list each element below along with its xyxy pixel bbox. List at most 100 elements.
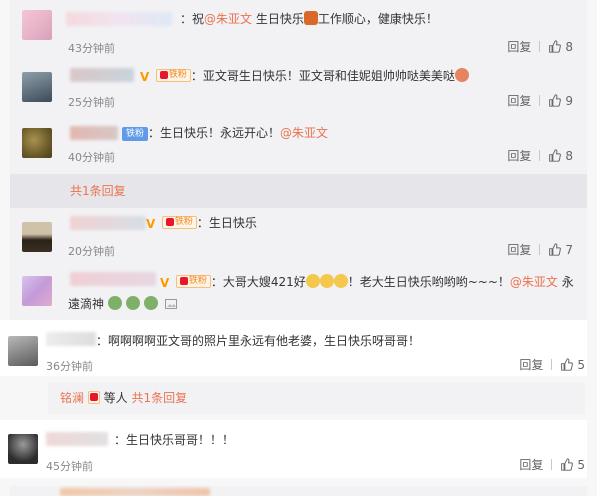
thumb-up-icon [549,40,562,53]
reply-button[interactable]: 回复 [507,147,531,164]
photo-icon[interactable] [165,299,178,309]
divider [551,359,553,370]
reply-button[interactable]: 回复 [507,92,531,109]
comment-actions: 回复 5 [519,456,585,473]
comment-item: V 铁粉 ：生日快乐 20分钟前 回复 7 [10,208,587,262]
laugh-emoji-icon [319,274,334,288]
avatar[interactable] [22,276,52,306]
username [60,488,210,496]
comment-text: V 铁粉 ：亚文哥生日快乐！亚文哥和佳妮姐帅帅哒美美哒 [140,67,575,85]
thumb-up-icon [561,458,574,471]
like-count: 5 [577,457,585,472]
like-button[interactable]: 5 [560,458,585,472]
comment-item-partial [10,486,587,496]
comment-text: ：生日快乐哥哥！！！ [114,433,235,447]
divider [539,244,541,255]
like-count: 9 [565,93,573,108]
divider [539,95,541,106]
v-verified-icon: V [140,70,150,84]
reply-button[interactable]: 回复 [507,38,531,55]
fan-badge[interactable]: 铁粉 [175,274,211,288]
timestamp: 25分钟前 [68,96,115,109]
comment-text: ：祝@朱亚文 生日快乐 工作顺心，健康快乐！ [180,11,438,26]
mention-link[interactable]: @朱亚文 [204,12,252,26]
comment-actions: 回复 9 [507,92,573,109]
comment-text: V 铁粉 ：生日快乐 [146,215,257,231]
avatar[interactable] [8,434,38,464]
like-button[interactable]: 7 [548,243,573,257]
leaf-emoji-icon [143,296,158,310]
mention-link[interactable]: @朱亚文 [280,126,328,140]
like-count: 8 [565,39,573,54]
like-count: 7 [565,242,573,257]
reply-summary: 共1条回复 [10,174,587,208]
fan-badge[interactable]: 铁粉 [161,215,197,229]
comment-item: ：生日快乐哥哥！！！ 45分钟前 回复 5 [0,420,587,478]
timestamp: 43分钟前 [68,42,115,55]
comment-actions: 回复 8 [507,38,573,55]
like-button[interactable]: 8 [548,149,573,163]
comment-item: V 铁粉 ：大哥大嫂421好 ！老大生日快乐哟哟哟~~~！@朱亚文 永 遠滴神 [10,262,587,320]
comment-text: ：啊啊啊啊亚文哥的照片里永远有他老婆，生日快乐呀哥哥！ [96,334,421,348]
avatar[interactable] [8,336,38,366]
fan-badge[interactable]: 铁粉 [155,68,191,82]
avatar[interactable] [22,222,52,252]
timestamp: 45分钟前 [46,460,93,473]
reply-button[interactable]: 回复 [507,241,531,258]
username[interactable] [70,216,146,230]
view-replies-link[interactable]: 共1条回复 [132,391,188,405]
comment-item: ：啊啊啊啊亚文哥的照片里永远有他老婆，生日快乐呀哥哥！ 36分钟前 回复 5 [0,320,587,376]
reply-button[interactable]: 回复 [519,456,543,473]
comment-text: 铁粉 ：生日快乐！永远开心！@朱亚文 [122,124,575,142]
comment-actions: 回复 8 [507,147,573,164]
crown-icon [159,71,168,79]
like-button[interactable]: 8 [548,40,573,54]
v-verified-icon: V [146,217,156,231]
crown-icon [165,218,174,226]
reply-summary: 铭澜 等人 共1条回复 [48,382,585,414]
replier-name[interactable]: 铭澜 [60,391,84,405]
crown-icon [89,393,98,401]
reply-summary-text: 铭澜 等人 共1条回复 [60,390,188,405]
comment-item: 铁粉 ：生日快乐！永远开心！@朱亚文 40分钟前 回复 8 [10,118,587,174]
timestamp: 40分钟前 [68,151,115,164]
username[interactable] [70,272,156,286]
thumb-up-icon [549,94,562,107]
username[interactable] [66,12,172,26]
thumb-up-icon [561,358,574,371]
laugh-emoji-icon [333,274,348,288]
crown-icon [179,277,188,285]
cake-emoji-icon [303,11,318,25]
divider [551,459,553,470]
comment-actions: 回复 5 [519,356,585,373]
divider [539,150,541,161]
thumb-up-icon [549,243,562,256]
crown-badge [87,390,100,404]
comment-actions: 回复 7 [507,241,573,258]
avatar[interactable] [22,10,52,40]
reply-button[interactable]: 回复 [519,356,543,373]
leaf-emoji-icon [107,296,122,310]
angry-emoji-icon [454,68,469,82]
username[interactable] [70,68,134,82]
like-count: 5 [577,357,585,372]
view-replies-link[interactable]: 共1条回复 [70,182,126,200]
v-verified-icon: V [160,276,170,290]
divider [539,41,541,52]
timestamp: 20分钟前 [68,245,115,258]
username[interactable] [70,126,118,140]
timestamp: 36分钟前 [46,360,93,373]
avatar[interactable] [22,72,52,102]
like-button[interactable]: 9 [548,94,573,108]
username[interactable] [46,332,96,346]
comment-item: ：祝@朱亚文 生日快乐 工作顺心，健康快乐！ 43分钟前 回复 8 [10,0,587,60]
like-button[interactable]: 5 [560,358,585,372]
thumb-up-icon [549,149,562,162]
like-count: 8 [565,148,573,163]
username[interactable] [46,432,108,446]
comment-text: V 铁粉 ：大哥大嫂421好 ！老大生日快乐哟哟哟~~~！@朱亚文 永 [160,274,574,290]
avatar[interactable] [22,128,52,158]
iron-fan-badge[interactable]: 铁粉 [122,127,149,141]
comment-text-line2: 遠滴神 [68,295,575,313]
mention-link[interactable]: @朱亚文 [510,275,558,289]
